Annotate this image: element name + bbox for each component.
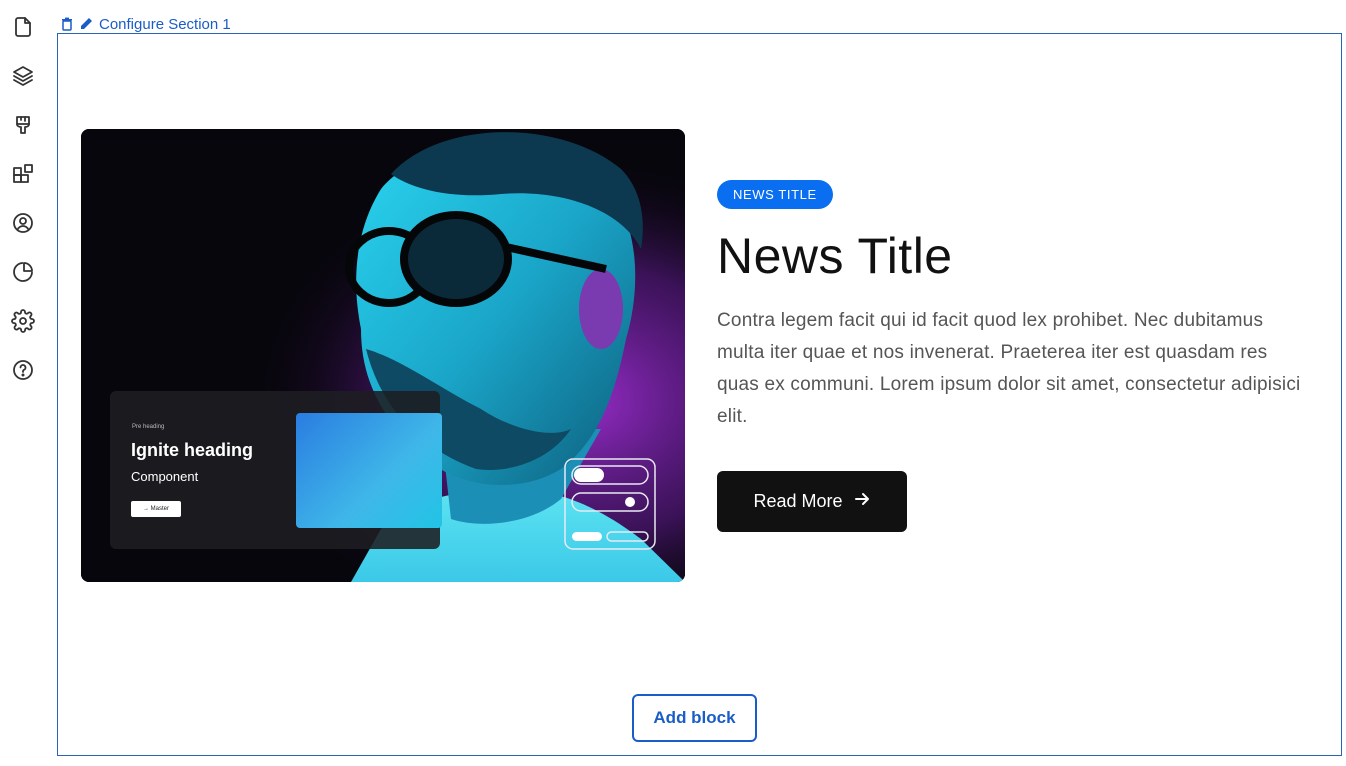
blocks-icon[interactable] bbox=[11, 162, 35, 186]
pencil-icon[interactable] bbox=[79, 17, 93, 31]
configure-section-link[interactable]: Configure Section 1 bbox=[99, 16, 231, 33]
user-circle-icon[interactable] bbox=[11, 211, 35, 235]
card-component-label: Component bbox=[131, 469, 199, 484]
news-description: Contra legem facit qui id facit quod lex… bbox=[717, 310, 1301, 427]
layers-icon[interactable] bbox=[11, 64, 35, 88]
card-pre-heading: Pre heading bbox=[132, 424, 165, 430]
help-icon[interactable] bbox=[11, 358, 35, 382]
read-more-button[interactable]: Read More bbox=[717, 471, 907, 532]
card-heading: Ignite heading bbox=[131, 440, 254, 460]
card-master-button: → Master bbox=[131, 501, 181, 517]
file-icon[interactable] bbox=[11, 15, 35, 39]
section-toolbar: Configure Section 1 bbox=[60, 14, 231, 34]
read-more-label: Read More bbox=[753, 491, 843, 511]
news-badge: NEWS TITLE bbox=[717, 180, 833, 209]
editor-sidebar bbox=[0, 0, 46, 766]
card-master-label: Master bbox=[150, 506, 169, 512]
arrow-right-icon bbox=[853, 490, 871, 513]
trash-icon[interactable] bbox=[60, 17, 74, 31]
add-block-button[interactable]: Add block bbox=[632, 694, 757, 742]
pie-chart-icon[interactable] bbox=[11, 260, 35, 284]
news-title: News Title bbox=[717, 228, 953, 284]
gradient-panel bbox=[296, 413, 442, 528]
brush-icon[interactable] bbox=[11, 113, 35, 137]
gear-icon[interactable] bbox=[11, 309, 35, 333]
